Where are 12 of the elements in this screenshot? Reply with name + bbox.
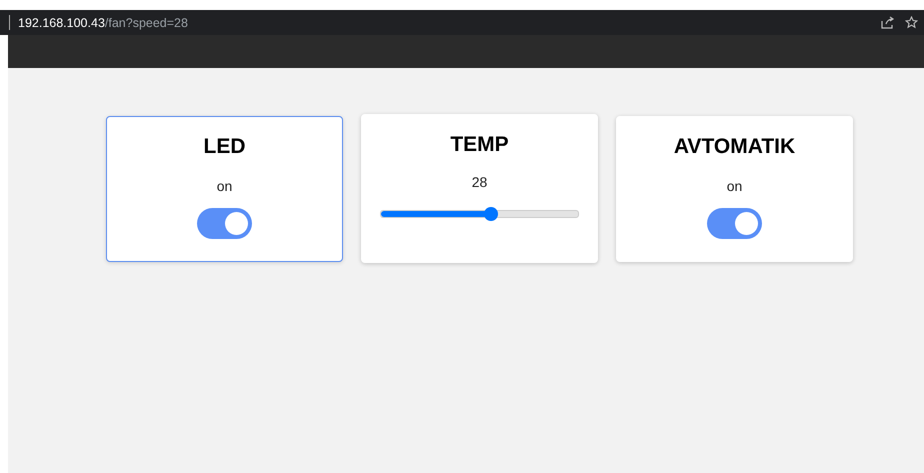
value-text: 28 [472,174,488,190]
toggle-switch[interactable] [197,208,252,238]
status-text: on [726,178,742,194]
card-title: TEMP [450,133,509,157]
card-title: AVTOMATIK [674,134,796,158]
card-title: LED [204,134,246,158]
star-icon[interactable] [905,16,918,29]
url-text[interactable]: 192.168.100.43/fan?speed=28 [18,16,188,30]
toggle-switch[interactable] [707,208,762,238]
slider-thumb[interactable] [484,207,498,221]
share-icon[interactable] [881,16,895,29]
status-text: on [216,178,232,194]
